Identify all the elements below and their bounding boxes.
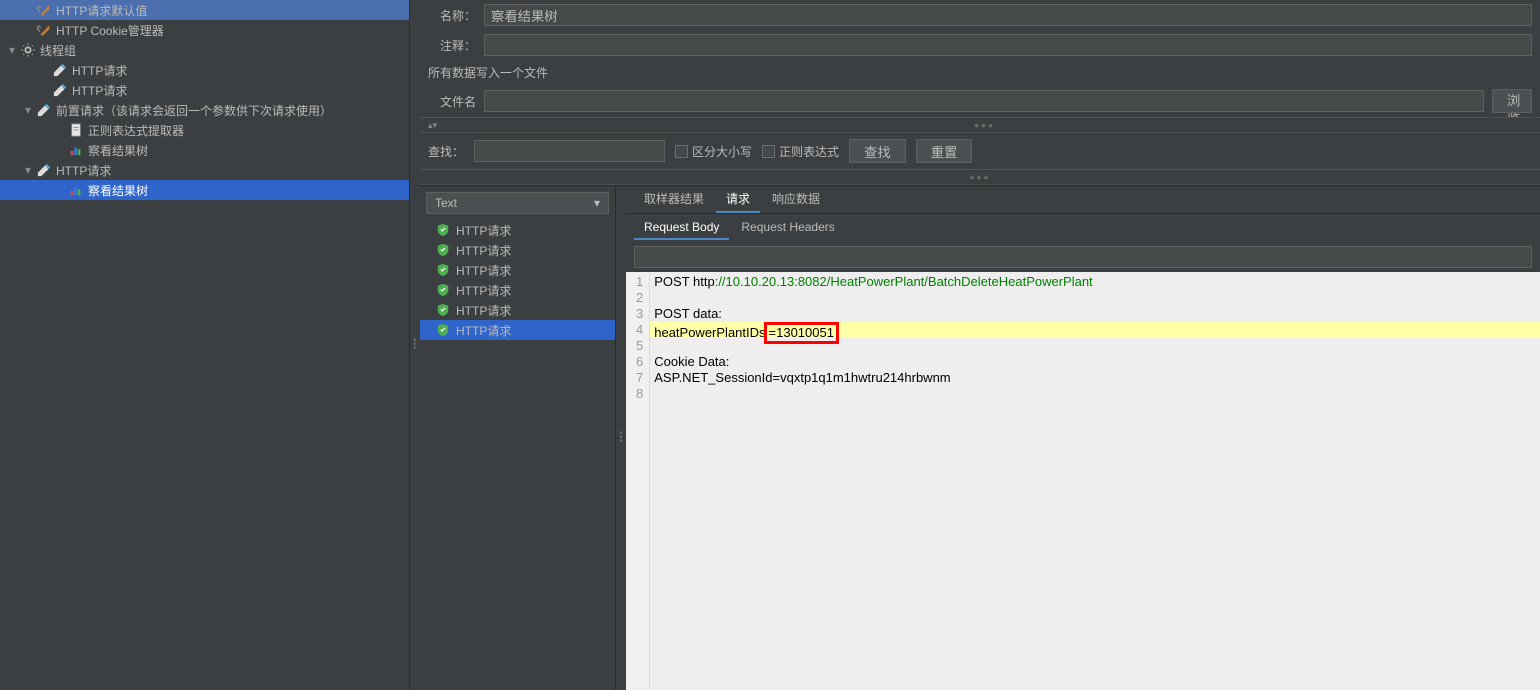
tree-item-label: HTTP请求	[72, 82, 127, 99]
request-body-viewer[interactable]: 12345678 POST http://10.10.20.13:8082/He…	[626, 272, 1540, 690]
results-splitter[interactable]: •••	[616, 186, 626, 690]
result-item[interactable]: HTTP请求	[420, 320, 615, 340]
sub-tabs: Request BodyRequest Headers	[626, 214, 1540, 242]
shield-icon	[436, 263, 450, 277]
result-item[interactable]: HTTP请求	[420, 220, 615, 240]
shield-icon	[436, 223, 450, 237]
code-line[interactable]: POST data:	[650, 306, 1540, 322]
result-item[interactable]: HTTP请求	[420, 260, 615, 280]
tree-item-label: 正则表达式提取器	[88, 122, 184, 139]
tree-item[interactable]: 正则表达式提取器	[0, 120, 409, 140]
tree-panel: HTTP请求默认值HTTP Cookie管理器▾线程组HTTP请求HTTP请求▾…	[0, 0, 410, 690]
tree-item-label: 线程组	[40, 42, 76, 59]
drag-dots-icon: •••	[974, 117, 995, 133]
code-line[interactable]: Cookie Data:	[650, 354, 1540, 370]
result-item-label: HTTP请求	[456, 322, 511, 339]
tree-toggle-icon[interactable]: ▾	[4, 43, 20, 57]
tree-item-label: 察看结果树	[88, 182, 148, 199]
drag-dots-icon: •••	[970, 169, 991, 185]
tree-item[interactable]: HTTP Cookie管理器	[0, 20, 409, 40]
panel-splitter[interactable]: •••	[410, 0, 420, 690]
regex-checkbox[interactable]: 正则表达式	[762, 143, 839, 160]
chart-icon	[68, 142, 84, 158]
sub-tab[interactable]: Request Body	[634, 216, 729, 240]
tree-item-label: 察看结果树	[88, 142, 148, 159]
filter-input[interactable]	[634, 246, 1532, 268]
comment-input[interactable]	[484, 34, 1532, 56]
dropper-icon	[36, 102, 52, 118]
checkbox-icon	[762, 145, 775, 158]
find-button[interactable]: 查找	[849, 139, 906, 163]
gear-icon	[20, 42, 36, 58]
tree-item-label: HTTP请求默认值	[56, 2, 147, 19]
tree-toggle-icon[interactable]: ▾	[20, 163, 36, 177]
dropper-icon	[52, 82, 68, 98]
code-line[interactable]	[650, 386, 1540, 402]
wrench-icon	[36, 22, 52, 38]
tree-item[interactable]: ▾ 线程组	[0, 40, 409, 60]
tree-item[interactable]: 察看结果树	[0, 180, 409, 200]
result-item[interactable]: HTTP请求	[420, 240, 615, 260]
chart-icon	[68, 182, 84, 198]
main-tab[interactable]: 请求	[716, 186, 760, 213]
tree-item-label: HTTP请求	[72, 62, 127, 79]
tree-item[interactable]: HTTP请求	[0, 60, 409, 80]
right-panel: 名称： 注释： 所有数据写入一个文件 文件名 浏览... ▴▾ ••• 查找： …	[420, 0, 1540, 690]
comment-label: 注释：	[428, 37, 476, 54]
result-item-label: HTTP请求	[456, 302, 511, 319]
result-item-label: HTTP请求	[456, 242, 511, 259]
name-label: 名称：	[428, 7, 476, 24]
tree-item[interactable]: HTTP请求	[0, 80, 409, 100]
result-item-label: HTTP请求	[456, 262, 511, 279]
result-item[interactable]: HTTP请求	[420, 280, 615, 300]
chevron-up-down-icon: ▴▾	[428, 120, 437, 131]
shield-icon	[436, 243, 450, 257]
chevron-down-icon: ▾	[594, 196, 600, 210]
checkbox-icon	[675, 145, 688, 158]
browse-button[interactable]: 浏览...	[1492, 89, 1532, 113]
tree-item[interactable]: ▾ 前置请求（该请求会返回一个参数供下次请求使用）	[0, 100, 409, 120]
tree-item[interactable]: HTTP请求默认值	[0, 0, 409, 20]
wrench-icon	[36, 2, 52, 18]
code-line[interactable]: heatPowerPlantIDs=13010051	[650, 322, 1540, 338]
code-line[interactable]	[650, 290, 1540, 306]
tree-item[interactable]: ▾ HTTP请求	[0, 160, 409, 180]
search-input[interactable]	[474, 140, 665, 162]
filename-input[interactable]	[484, 90, 1484, 112]
code-line[interactable]: POST http://10.10.20.13:8082/HeatPowerPl…	[650, 274, 1540, 290]
tree-item-label: HTTP Cookie管理器	[56, 22, 164, 39]
render-dropdown[interactable]: Text ▾	[426, 192, 609, 214]
tree-item-label: HTTP请求	[56, 162, 111, 179]
search-label: 查找：	[428, 143, 464, 160]
reset-button[interactable]: 重置	[916, 139, 973, 163]
file-section-header: 所有数据写入一个文件	[420, 60, 1540, 85]
dropper-icon	[52, 62, 68, 78]
main-tab[interactable]: 取样器结果	[634, 186, 714, 213]
tree-item-label: 前置请求（该请求会返回一个参数供下次请求使用）	[56, 102, 332, 119]
collapse-bar-2[interactable]: •••	[420, 169, 1540, 185]
filename-label: 文件名	[428, 93, 476, 110]
dropper-icon	[36, 162, 52, 178]
name-input[interactable]	[484, 4, 1532, 26]
main-tabs: 取样器结果请求响应数据	[626, 186, 1540, 214]
shield-icon	[436, 303, 450, 317]
result-item-label: HTTP请求	[456, 222, 511, 239]
shield-icon	[436, 283, 450, 297]
code-line[interactable]: ASP.NET_SessionId=vqxtp1q1m1hwtru214hrbw…	[650, 370, 1540, 386]
case-checkbox[interactable]: 区分大小写	[675, 143, 752, 160]
results-list-panel: Text ▾ HTTP请求 HTTP请求 HTTP请求 HTTP请求 HTTP请求 HTT…	[420, 186, 616, 690]
tree-toggle-icon[interactable]: ▾	[20, 103, 36, 117]
collapse-bar-1[interactable]: ▴▾ •••	[420, 117, 1540, 133]
sub-tab[interactable]: Request Headers	[731, 216, 844, 240]
main-tab[interactable]: 响应数据	[762, 186, 830, 213]
tree-item[interactable]: 察看结果树	[0, 140, 409, 160]
result-item[interactable]: HTTP请求	[420, 300, 615, 320]
shield-icon	[436, 323, 450, 337]
doc-icon	[68, 122, 84, 138]
result-item-label: HTTP请求	[456, 282, 511, 299]
